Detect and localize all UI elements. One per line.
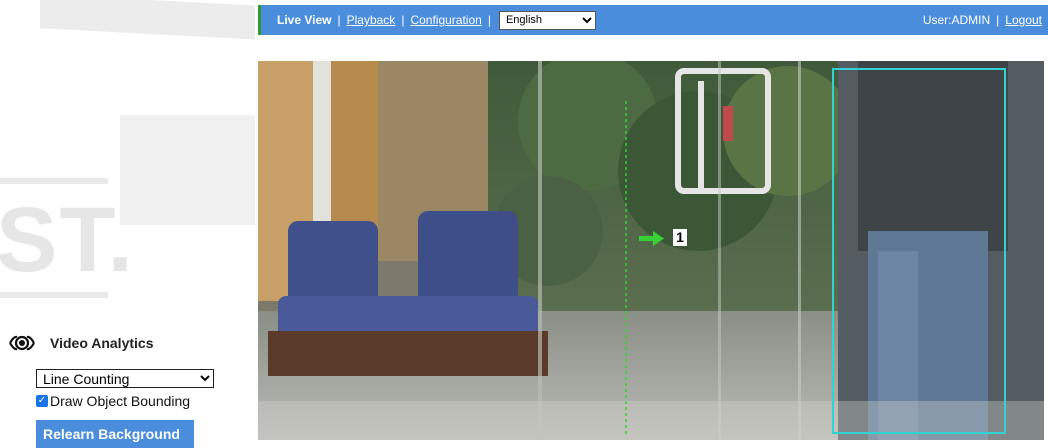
top-nav-bar: Live View | Playback | Configuration | E… [258, 5, 1048, 35]
page: ST. Live View | Playback | Configuration… [0, 0, 1048, 448]
nav-live-view[interactable]: Live View [277, 13, 331, 27]
live-video[interactable]: 1 [258, 61, 1044, 440]
draw-bounding-checkbox[interactable]: ✓ Draw Object Bounding [36, 393, 190, 409]
object-bounding-box [832, 68, 1006, 434]
analytics-title: Video Analytics [50, 335, 154, 351]
nav-separator: | [487, 13, 491, 27]
watermark-shape: ST. [0, 189, 135, 291]
eye-icon [9, 335, 35, 351]
video-analytics-panel: Video Analytics Line Counting ✓ Draw Obj… [8, 332, 253, 448]
language-select[interactable]: English [498, 10, 596, 30]
relearn-background-button[interactable]: Relearn Background [36, 420, 194, 448]
nav-separator: | [337, 13, 341, 27]
nav-separator: | [401, 13, 405, 27]
user-area: User:ADMIN | Logout [923, 13, 1048, 27]
logout-link[interactable]: Logout [1005, 13, 1042, 27]
draw-bounding-label: Draw Object Bounding [50, 393, 191, 409]
analytics-header: Video Analytics [8, 332, 253, 354]
main-nav: Live View | Playback | Configuration | E… [261, 10, 596, 30]
user-name: User:ADMIN [922, 13, 991, 27]
analytics-mode-select[interactable]: Line Counting [36, 369, 214, 388]
nav-playback[interactable]: Playback [347, 13, 396, 27]
checkbox-checked-icon[interactable]: ✓ [36, 395, 48, 407]
nav-configuration[interactable]: Configuration [410, 13, 481, 27]
nav-separator: | [996, 13, 1000, 27]
object-count-label: 1 [673, 229, 687, 246]
